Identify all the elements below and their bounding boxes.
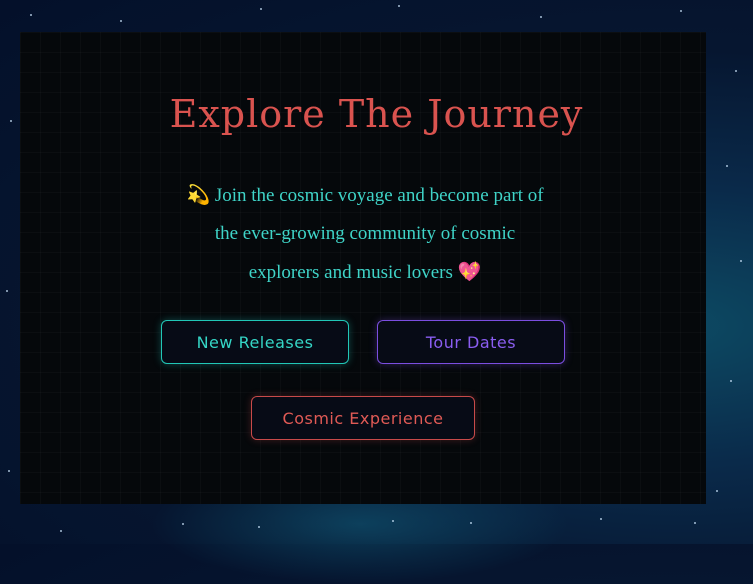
dizzy-icon: 💫 [186,184,211,206]
description-text: Join the cosmic voyage and become part o… [214,185,544,283]
cosmic-experience-button[interactable]: Cosmic Experience [251,396,475,440]
sparkling-heart-icon: 💖 [457,261,482,283]
hero-description: 💫 Join the cosmic voyage and become part… [180,176,550,292]
tour-dates-button[interactable]: Tour Dates [377,320,565,364]
new-releases-button[interactable]: New Releases [161,320,349,364]
page-title: Explore The Journey [169,92,584,136]
